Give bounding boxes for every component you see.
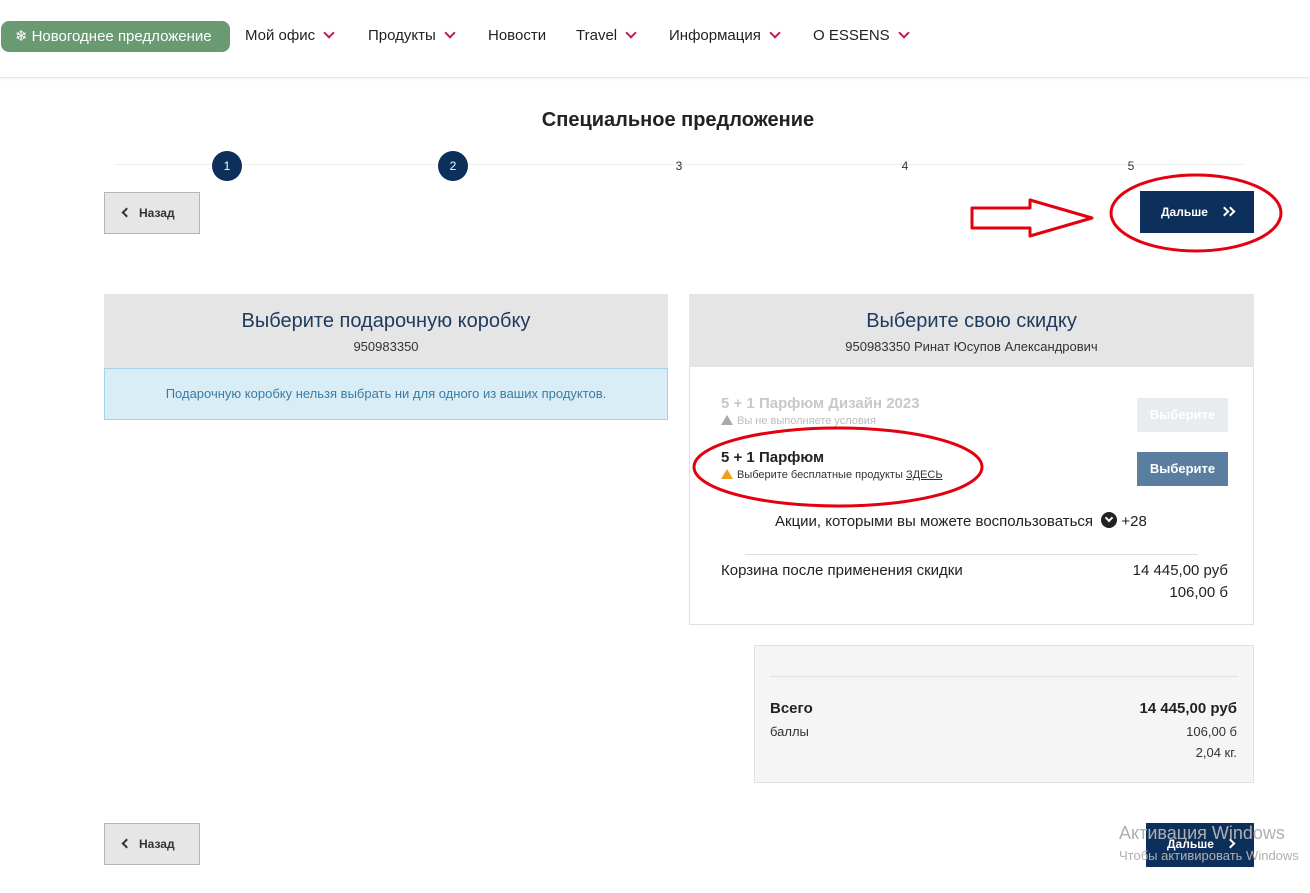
next-button[interactable]: Дальше [1140,191,1254,233]
summary-points-label: баллы [770,724,809,739]
nav-item-information[interactable]: Информация [669,27,781,44]
order-summary: Всего 14 445,00 руб баллы 106,00 б 2,04 … [754,645,1254,783]
discount-subtitle: 950983350 Ринат Юсупов Александрович [845,339,1098,354]
summary-total-label: Всего [770,700,813,717]
gift-box-header: Выберите подарочную коробку 950983350 [104,294,668,368]
gift-box-panel: Выберите подарочную коробку 950983350 [104,294,668,368]
choose-promo-perfume-button[interactable]: Выберите [1137,452,1228,486]
double-chevron-right-icon [1219,205,1236,219]
step-5: 5 [1127,159,1135,173]
warning-icon [721,415,733,425]
chevron-down-icon [769,27,781,39]
nav-item-my-office[interactable]: Мой офис [245,27,335,44]
cart-after-discount-label: Корзина после применения скидки [721,562,963,579]
nav-item-news[interactable]: Новости [488,27,546,44]
discount-title: Выберите свою скидку [866,310,1077,332]
step-2: 2 [438,151,468,181]
step-3: 3 [675,159,683,173]
back-button[interactable]: Назад [104,192,200,234]
discount-divider [745,554,1198,555]
windows-activation-watermark: Активация Windows [1119,823,1285,843]
chevron-down-icon [625,27,637,39]
page-title: Специальное предложение [541,109,815,131]
cart-after-discount-points: 106,00 б [1169,584,1228,601]
gift-box-title: Выберите подарочную коробку [241,310,531,332]
annotation-arrow [970,198,1094,238]
chevron-left-icon [121,838,132,849]
chevron-down-icon [898,27,910,39]
nav-item-products[interactable]: Продукты [368,27,456,44]
nav-item-about-essens[interactable]: O ESSENS [813,27,910,44]
new-year-offer-button[interactable]: ❄ Новогоднее предложение [1,21,230,52]
chevron-left-icon [121,207,132,218]
gift-box-message: Подарочную коробку нельзя выбрать ни для… [104,368,668,420]
chevron-down-icon [444,27,456,39]
warning-icon [721,469,733,479]
new-year-offer-label: Новогоднее предложение [31,28,212,45]
nav-item-travel[interactable]: Travel [576,27,637,44]
available-promotions-toggle[interactable]: Акции, которыми вы можете воспользоватьс… [775,512,1147,530]
gift-box-id: 950983350 [353,339,419,354]
top-navigation: ❄ Новогоднее предложение Мой офис Продукт… [0,0,1310,78]
cart-after-discount-total: 14 445,00 руб [1132,562,1228,579]
chevron-circle-down-icon [1101,512,1118,528]
discount-header: Выберите свою скидку 950983350 Ринат Юсу… [689,294,1254,367]
snowflake-icon: ❄ [15,28,28,45]
step-4: 4 [901,159,909,173]
windows-activation-hint: Чтобы активировать Windows [1119,848,1299,863]
summary-total-value: 14 445,00 руб [1139,700,1237,717]
available-promotions-count: +28 [1121,513,1147,530]
choose-free-products-link[interactable]: ЗДЕСЬ [906,469,943,481]
summary-points-value: 106,00 б [1186,724,1237,739]
step-1: 1 [212,151,242,181]
back-button-bottom[interactable]: Назад [104,823,200,865]
choose-promo-design-2023-button[interactable]: Выберите [1137,398,1228,432]
chevron-down-icon [323,27,335,39]
summary-divider [770,676,1238,677]
summary-weight-value: 2,04 кг. [1195,745,1237,760]
